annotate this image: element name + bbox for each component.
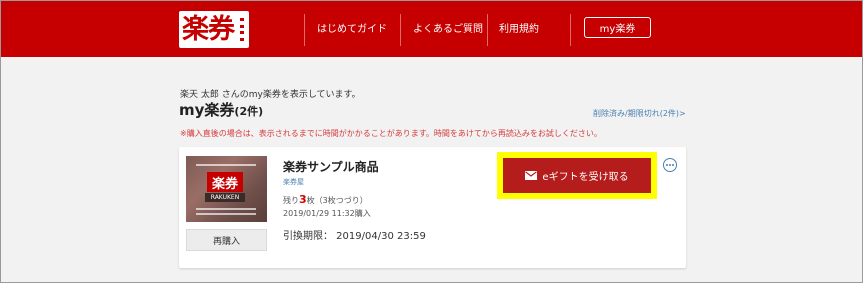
logo-ticket-dots [240, 18, 244, 41]
receive-egift-label: eギフトを受け取る [542, 172, 629, 183]
nav-terms[interactable]: 利用規約 [499, 20, 539, 35]
shop-name[interactable]: 楽券屋 [283, 177, 304, 187]
nav-divider [304, 14, 305, 46]
site-header: 楽券 はじめてガイド よくあるご質問 利用規約 my楽券 [1, 1, 862, 57]
my-rakuken-button[interactable]: my楽券 [584, 17, 651, 38]
page-title: my楽券(2件) [179, 99, 263, 120]
thumb-decoration [196, 164, 256, 166]
exchange-deadline: 引換期限： 2019/04/30 23:59 [283, 231, 426, 242]
page-title-text: my楽券 [179, 101, 235, 119]
thumb-decoration [196, 213, 256, 215]
item-count: (2件) [234, 105, 264, 118]
receive-egift-button[interactable]: eギフトを受け取る [503, 158, 651, 193]
remaining-suffix: 枚（3枚つづり） [306, 196, 368, 205]
rebuy-button[interactable]: 再購入 [186, 229, 267, 251]
logo-text: 楽券 [182, 14, 235, 45]
nav-guide[interactable]: はじめてガイド [317, 20, 387, 35]
thumb-logo: 楽券 [207, 172, 243, 192]
remaining-count: 残り3枚（3枚つづり） [283, 193, 368, 206]
mail-icon [525, 171, 538, 180]
remaining-prefix: 残り [283, 196, 299, 205]
nav-divider [570, 14, 571, 46]
nav-faq[interactable]: よくあるご質問 [413, 20, 483, 35]
remaining-number: 3 [299, 193, 307, 206]
nav-divider [400, 14, 401, 46]
thumb-sub-label: RAKUKEN [205, 193, 245, 202]
site-logo[interactable]: 楽券 [179, 11, 249, 48]
purchase-date: 2019/01/29 11:32購入 [283, 209, 371, 218]
product-thumbnail: 楽券 RAKUKEN [186, 156, 267, 222]
more-options-icon[interactable] [663, 158, 677, 172]
expired-items-link[interactable]: 削除済み/期限切れ(2件)> [593, 108, 686, 119]
product-name[interactable]: 楽券サンプル商品 [283, 158, 379, 175]
nav-divider [487, 14, 488, 46]
notice-text: ※購入直後の場合は、表示されるまでに時間がかかることがあります。時間をあけてから… [180, 129, 602, 138]
thumb-decoration [196, 208, 256, 210]
